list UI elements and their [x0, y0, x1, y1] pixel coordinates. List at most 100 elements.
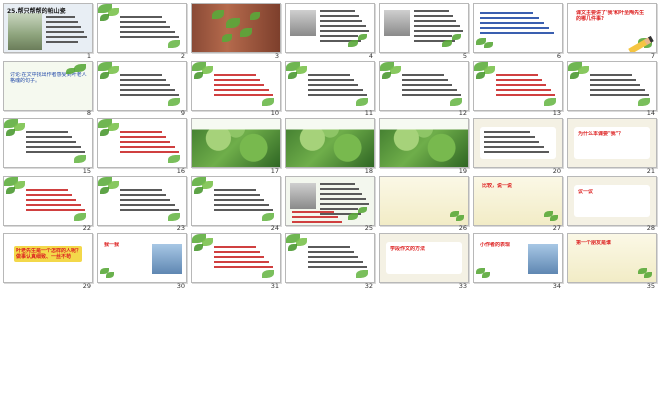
slide-cell[interactable]: 9 — [96, 60, 187, 117]
leaf-decoration — [202, 65, 213, 74]
slide-cell[interactable]: 2 — [96, 2, 187, 60]
leaf-decoration — [194, 186, 203, 194]
slide-thumbnail[interactable]: 叶老先生是一个怎样的人呢？ 做事认真细致、一丝不苟 — [3, 233, 93, 283]
slide-thumbnail[interactable]: 我一我 — [97, 233, 187, 283]
cover-photo — [8, 13, 42, 50]
slide-thumbnail[interactable]: 比较，说一说 — [473, 175, 563, 226]
slide-thumbnail[interactable] — [379, 3, 469, 53]
leaf-decoration — [240, 28, 252, 37]
slide-thumbnail[interactable] — [3, 118, 93, 168]
slide-cell[interactable]: 12 — [378, 60, 469, 117]
slide-cell[interactable]: 24 — [190, 175, 281, 232]
slide-thumbnail[interactable] — [379, 175, 469, 226]
slide-text — [388, 183, 458, 213]
slide-thumbnail[interactable] — [191, 3, 281, 53]
slide-cell[interactable]: 31 — [190, 232, 281, 290]
slide-thumbnail[interactable]: 课文主要讲了'我'和叶圣陶先生的哪几件事? — [567, 3, 657, 53]
slide-thumbnail[interactable] — [3, 175, 93, 226]
leaf-decoration — [74, 63, 86, 72]
slide-number: 1 — [86, 51, 91, 60]
slide-thumbnail[interactable] — [97, 118, 187, 168]
portrait-photo — [290, 182, 316, 209]
slide-thumbnail[interactable]: 25.帮只帮帮的帕山瓷 — [3, 3, 93, 53]
leaf-decoration — [288, 244, 297, 251]
slide-cell[interactable]: 26 — [378, 175, 469, 232]
slide-thumbnail[interactable] — [473, 3, 563, 53]
slide-cell[interactable]: 20 — [472, 117, 563, 175]
slide-number: 4 — [368, 51, 373, 60]
slide-thumbnail[interactable] — [473, 118, 563, 168]
slide-cell[interactable]: 10 — [190, 60, 281, 117]
slide-thumbnail[interactable]: 议一议 — [567, 175, 657, 226]
leaf-decoration — [6, 129, 15, 136]
leaf-decoration — [484, 65, 495, 74]
slide-cell[interactable]: 5 — [378, 2, 469, 60]
slide-thumbnail[interactable]: 为什么本课要"我"？ — [567, 118, 657, 168]
slide-thumbnail[interactable] — [191, 175, 281, 226]
slide-thumbnail[interactable]: 学段作文的方法 — [379, 233, 469, 283]
slide-cell[interactable]: 23 — [96, 175, 187, 232]
slide-cell[interactable]: 22 — [2, 175, 93, 232]
slide-thumbnail[interactable] — [285, 118, 375, 168]
slide-cell[interactable]: 16 — [96, 117, 187, 175]
slide-thumbnail[interactable]: 讨论:在文中找出作者感受到叶老人格魂的句子。 — [3, 60, 93, 111]
leaf-decoration — [226, 18, 240, 28]
slide-cell[interactable]: 讨论:在文中找出作者感受到叶老人格魂的句子。 8 — [2, 60, 93, 117]
slide-cell[interactable]: 6 — [472, 2, 563, 60]
slide-thumbnail[interactable]: 第一个朋友是谁 — [567, 233, 657, 283]
text-lines — [26, 188, 86, 214]
slide-cell[interactable]: 小作者的表现 34 — [472, 232, 563, 290]
slide-cell[interactable]: 我一我 30 — [96, 232, 187, 290]
leaf-decoration — [250, 12, 260, 20]
slide-thumbnail[interactable] — [97, 3, 187, 53]
slide-cell[interactable]: 15 — [2, 117, 93, 175]
slide-cell[interactable]: 11 — [284, 60, 375, 117]
leaf-decoration — [202, 238, 213, 246]
slide-thumbnail[interactable] — [285, 233, 375, 283]
slide-thumbnail[interactable]: 小作者的表现 — [473, 233, 563, 283]
leaf-decoration — [356, 270, 368, 278]
portrait-photo — [384, 10, 410, 36]
slide-cell[interactable]: 14 — [566, 60, 657, 117]
slide-thumbnail[interactable] — [285, 175, 375, 226]
slide-cell[interactable]: 叶老先生是一个怎样的人呢？ 做事认真细致、一丝不苟 29 — [2, 232, 93, 290]
leaf-decoration — [108, 65, 119, 74]
leaf-decoration — [100, 71, 109, 79]
slide-thumbnail[interactable] — [567, 60, 657, 111]
slide-cell[interactable]: 课文主要讲了'我'和叶圣陶先生的哪几件事? 7 — [566, 2, 657, 60]
leaf-decoration — [168, 40, 180, 48]
slide-thumbnail[interactable] — [191, 118, 281, 168]
slide-thumbnail[interactable] — [285, 60, 375, 111]
slide-cell[interactable]: 4 — [284, 2, 375, 60]
slide-thumbnail[interactable] — [473, 60, 563, 111]
slide-text: 我一我 — [104, 242, 120, 248]
leaf-decoration — [100, 129, 109, 136]
slide-thumbnail[interactable] — [285, 3, 375, 53]
slide-cell[interactable]: 18 — [284, 117, 375, 175]
slide-text: 学段作文的方法 — [390, 246, 426, 252]
slide-cell[interactable]: 19 — [378, 117, 469, 175]
slide-text: 第一个朋友是谁 — [576, 240, 612, 246]
leaf-decoration — [222, 34, 232, 42]
slide-thumbnail[interactable] — [97, 60, 187, 111]
slide-cell[interactable]: 32 — [284, 232, 375, 290]
slide-cell[interactable]: 比较，说一说 27 — [472, 175, 563, 232]
slide-cell[interactable]: 17 — [190, 117, 281, 175]
leaf-decoration — [108, 180, 119, 189]
slide-thumbnail[interactable] — [191, 233, 281, 283]
slide-cell[interactable]: 3 — [190, 2, 281, 60]
slide-number: 20 — [552, 166, 561, 175]
slide-thumbnail[interactable] — [379, 118, 469, 168]
slide-cell[interactable]: 25.帮只帮帮的帕山瓷 1 — [2, 2, 93, 60]
slide-cell[interactable]: 25 — [284, 175, 375, 232]
leaf-decoration — [644, 272, 652, 278]
slide-cell[interactable]: 议一议 28 — [566, 175, 657, 232]
slide-number: 8 — [86, 109, 91, 117]
slide-cell[interactable]: 为什么本课要"我"？ 21 — [566, 117, 657, 175]
slide-thumbnail[interactable] — [379, 60, 469, 111]
slide-thumbnail[interactable] — [191, 60, 281, 111]
slide-thumbnail[interactable] — [97, 175, 187, 226]
slide-cell[interactable]: 第一个朋友是谁 35 — [566, 232, 657, 290]
slide-cell[interactable]: 学段作文的方法 33 — [378, 232, 469, 290]
slide-cell[interactable]: 13 — [472, 60, 563, 117]
